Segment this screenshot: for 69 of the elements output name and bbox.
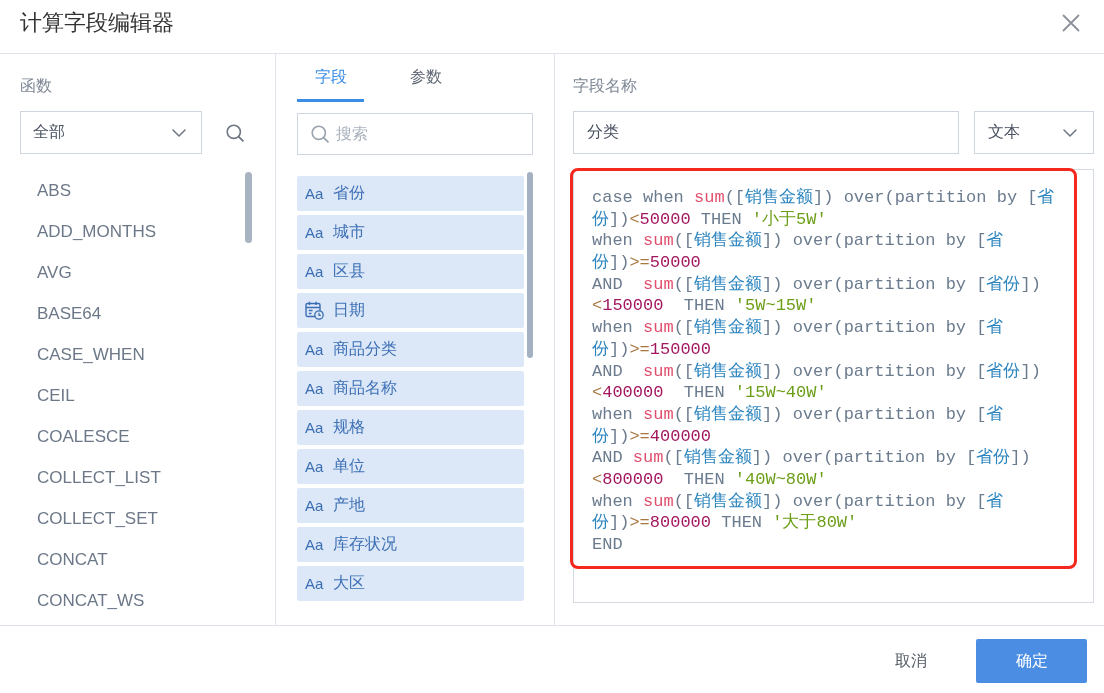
field-item[interactable]: Aa 商品名称 [297,371,524,406]
text-type-icon: Aa [305,419,324,436]
field-item[interactable]: Aa 区县 [297,254,524,289]
code-line: 份])>=400000 [592,425,712,448]
chevron-down-icon [1063,128,1077,137]
code-line: <800000 THEN '40W~80W' [592,468,827,491]
dialog-title: 计算字段编辑器 [20,8,174,37]
field-item[interactable]: Aa 省份 [297,176,524,211]
function-item[interactable]: COALESCE [20,416,256,457]
function-item[interactable]: CEIL [20,375,256,416]
text-type-icon: Aa [305,497,324,514]
field-name-input[interactable]: 分类 [573,111,959,154]
function-item[interactable]: COLLECT_SET [20,498,256,539]
section-label: 字段名称 [573,77,638,95]
confirm-button[interactable]: 确定 [976,639,1087,683]
field-item[interactable]: 日期 [297,293,524,328]
code-line: 份])<50000 THEN '小于5W' [592,208,827,231]
category-dropdown[interactable]: 全部 [20,111,202,154]
text-type-icon: Aa [305,341,324,358]
tab[interactable]: 字段 [297,54,364,102]
code-line: 份])>=50000 [592,252,701,274]
scrollbar-thumb[interactable] [245,172,252,243]
function-item[interactable]: CONCAT [20,539,256,580]
chevron-down-icon [172,128,186,137]
search-field[interactable]: 搜索 [297,113,533,155]
field-item[interactable]: Aa 规格 [297,410,524,445]
text-type-icon: Aa [305,263,324,280]
scrollbar-thumb[interactable] [527,172,533,358]
function-item[interactable]: ABS [20,170,256,211]
function-item[interactable]: BASE64 [20,293,256,334]
code-line: case when sum([销售金额]) over(partition by [省 [592,187,1055,209]
field-item[interactable]: Aa 库存状况 [297,527,524,562]
code-line: END [592,534,623,556]
code-line: when sum([销售金额]) over(partition by [省 [592,230,1004,253]
code-line: AND sum([销售金额]) over(partition by [省份]) [592,273,1041,296]
code-line: when sum([销售金额]) over(partition by [省 [592,403,1004,426]
section-label: 函数 [20,77,53,95]
field-item[interactable]: Aa 单位 [297,449,524,484]
field-item[interactable]: Aa 大区 [297,566,524,601]
code-line: <150000 THEN '5W~15W' [592,295,817,318]
text-type-icon: Aa [305,380,324,397]
function-item[interactable]: COLLECT_LIST [20,457,256,498]
search-icon [311,125,329,143]
close-button[interactable] [1062,13,1080,32]
text-type-icon: Aa [305,536,324,553]
code-line: 份])>=800000 THEN '大于80W' [592,512,858,534]
text-type-icon: Aa [305,575,324,592]
code-line: AND sum([销售金额]) over(partition by [省份]) [592,360,1041,383]
code-line: when sum([销售金额]) over(partition by [省 [592,317,1004,339]
cancel-button[interactable]: 取消 [879,639,943,683]
code-line: AND sum([销售金额]) over(partition by [省份]) [592,447,1031,469]
type-dropdown[interactable]: 文本 [974,111,1094,154]
calendar-icon [305,301,324,320]
text-type-icon: Aa [305,458,324,475]
close-icon [1062,13,1080,32]
function-item[interactable]: CASE_WHEN [20,334,256,375]
function-item[interactable]: CONCAT_WS [20,580,256,621]
search-icon[interactable] [226,123,244,142]
text-type-icon: Aa [305,185,324,202]
field-item[interactable]: Aa 产地 [297,488,524,523]
tab[interactable]: 参数 [392,54,459,102]
function-item[interactable]: ADD_MONTHS [20,211,256,252]
text-type-icon: Aa [305,224,324,241]
field-item[interactable]: Aa 城市 [297,215,524,250]
function-item[interactable]: AVG [20,252,256,293]
code-line: when sum([销售金额]) over(partition by [省 [592,490,1004,513]
code-line: 份])>=150000 [592,338,712,361]
code-line: <400000 THEN '15W~40W' [592,382,827,404]
field-item[interactable]: Aa 商品分类 [297,332,524,367]
